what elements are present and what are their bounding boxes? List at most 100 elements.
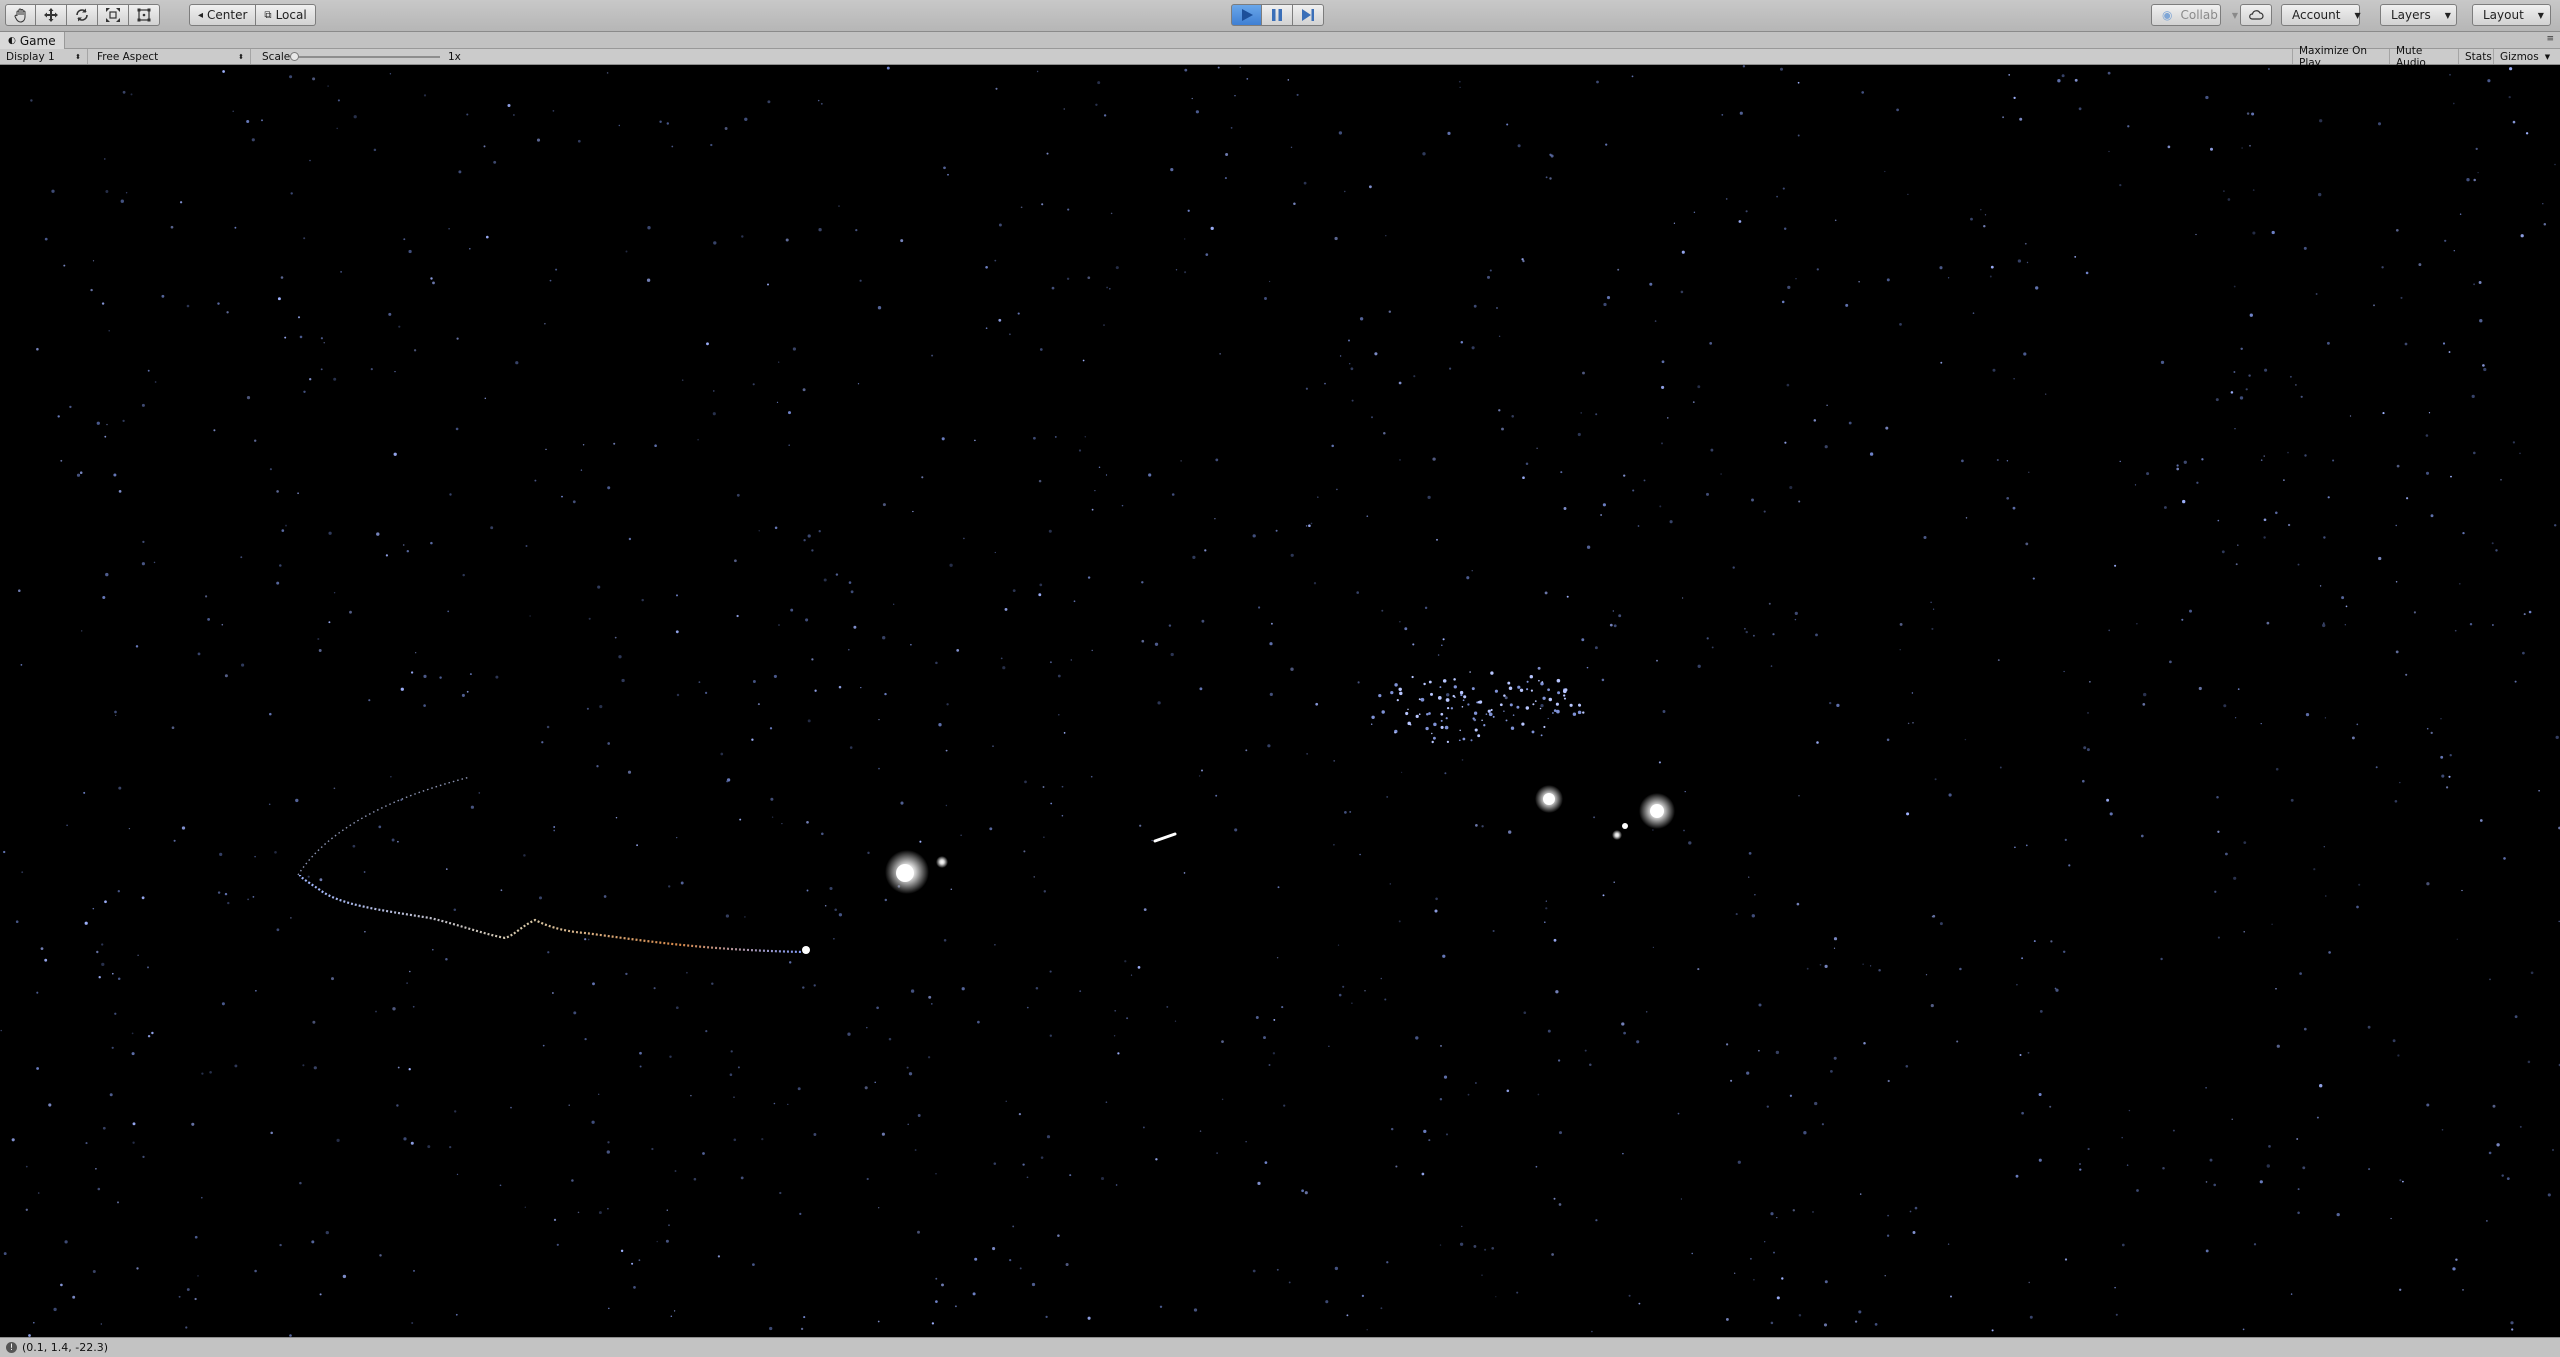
- aspect-select[interactable]: Free Aspect ⬍: [91, 49, 251, 64]
- mute-audio-toggle[interactable]: Mute Audio: [2390, 45, 2459, 69]
- pivot-mode-button[interactable]: ◂ Center: [189, 4, 257, 26]
- star-particle: [2367, 1025, 2371, 1029]
- star-particle: [2064, 838, 2067, 841]
- star-particle: [724, 127, 728, 130]
- star-particle: [131, 1032, 134, 1035]
- star-particle: [693, 1177, 697, 1181]
- pause-button[interactable]: [1262, 4, 1293, 26]
- star-particle: [1896, 108, 1899, 112]
- cluster-particle: [1556, 709, 1560, 714]
- tab-game[interactable]: ◐ Game: [0, 32, 65, 49]
- star-particle: [1789, 1094, 1793, 1097]
- cluster-particle: [1552, 712, 1554, 714]
- star-particle: [1536, 447, 1538, 449]
- star-particle: [1221, 1098, 1224, 1101]
- star-particle: [802, 388, 806, 392]
- star-particle: [803, 1316, 806, 1319]
- star-particle: [2205, 1181, 2208, 1183]
- star-particle: [2509, 67, 2513, 71]
- star-particle: [60, 1283, 63, 1287]
- rotate-tool-button[interactable]: [67, 4, 98, 26]
- star-particle: [1287, 79, 1290, 81]
- star-particle: [1586, 666, 1589, 669]
- star-particle: [289, 75, 293, 79]
- star-particle: [1806, 967, 1809, 970]
- star-particle: [466, 690, 469, 693]
- star-particle: [411, 1321, 414, 1325]
- star-particle: [318, 649, 322, 652]
- game-view[interactable]: [0, 65, 2560, 1337]
- status-message[interactable]: (0.1, 1.4, -22.3): [22, 1341, 108, 1354]
- tab-options-icon[interactable]: ≡: [2546, 34, 2554, 44]
- star-particle: [1473, 1244, 1477, 1248]
- star-particle: [1204, 549, 1207, 552]
- star-particle: [1157, 701, 1161, 705]
- star-particle: [671, 145, 674, 148]
- star-particle: [2006, 496, 2010, 500]
- star-particle: [105, 190, 109, 193]
- layout-dropdown[interactable]: Layout ▼: [2472, 4, 2551, 26]
- maximize-on-play-toggle[interactable]: Maximize On Play: [2292, 45, 2390, 69]
- gizmos-dropdown[interactable]: Gizmos ▼: [2494, 49, 2556, 64]
- cluster-particle: [1526, 680, 1529, 683]
- hand-tool-button[interactable]: [5, 4, 36, 26]
- star-particle: [403, 1137, 407, 1141]
- star-particle: [1427, 495, 1431, 500]
- star-particle: [1697, 385, 1701, 389]
- star-particle: [2395, 524, 2397, 527]
- star-particle: [1545, 907, 1548, 910]
- star-particle: [1275, 529, 1278, 532]
- star-particle: [1706, 637, 1709, 640]
- scale-slider-thumb[interactable]: [290, 52, 299, 61]
- pivot-rotation-button[interactable]: ⧉ Local: [256, 4, 316, 26]
- star-particle: [2121, 1136, 2123, 1139]
- star-particle: [1065, 1262, 1069, 1267]
- star-particle: [1525, 462, 1529, 466]
- star-particle: [1789, 485, 1793, 490]
- step-button[interactable]: [1293, 4, 1324, 26]
- star-particle: [1004, 607, 1008, 611]
- star-particle: [122, 419, 125, 423]
- cluster-particle: [1512, 714, 1515, 716]
- cloud-button[interactable]: [2240, 4, 2272, 26]
- display-select[interactable]: Display 1 ⬍: [0, 49, 88, 64]
- play-button[interactable]: [1231, 4, 1262, 26]
- star-particle: [1325, 1300, 1329, 1304]
- star-particle: [2442, 342, 2446, 345]
- cluster-particle: [1411, 675, 1414, 679]
- star-particle: [850, 590, 854, 594]
- star-particle: [312, 77, 316, 81]
- star-particle: [757, 703, 760, 706]
- star-particle: [1467, 703, 1470, 706]
- layers-dropdown[interactable]: Layers ▼: [2380, 4, 2457, 26]
- collab-dropdown[interactable]: ◉ Collab ▼: [2151, 4, 2238, 26]
- scale-slider-track[interactable]: [290, 56, 440, 58]
- star-particle: [1632, 489, 1635, 492]
- star-particle: [2114, 564, 2117, 567]
- stats-toggle[interactable]: Stats: [2459, 49, 2494, 64]
- move-tool-button[interactable]: [36, 4, 67, 26]
- star-particle: [1175, 269, 1178, 271]
- star-particle: [2501, 1174, 2504, 1177]
- star-particle: [2233, 285, 2236, 288]
- star-particle: [254, 439, 257, 442]
- scale-tool-button[interactable]: [98, 4, 129, 26]
- star-particle: [998, 223, 1002, 227]
- star-particle: [866, 1026, 868, 1029]
- star-particle: [2136, 623, 2138, 625]
- star-particle: [1645, 1011, 1648, 1013]
- account-dropdown[interactable]: Account ▼: [2281, 4, 2361, 26]
- star-particle: [1939, 922, 1943, 926]
- game-render: [0, 65, 2560, 1337]
- star-particle: [132, 1141, 135, 1144]
- rect-tool-button[interactable]: [129, 4, 160, 26]
- star-particle: [268, 803, 271, 806]
- star-particle: [2189, 609, 2192, 613]
- star-particle: [2378, 556, 2382, 561]
- star-particle: [1110, 212, 1113, 215]
- star-particle: [1351, 399, 1354, 402]
- star-particle: [1673, 222, 1676, 224]
- star-particle: [197, 652, 201, 656]
- star-particle: [255, 990, 257, 992]
- star-particle: [620, 1249, 624, 1253]
